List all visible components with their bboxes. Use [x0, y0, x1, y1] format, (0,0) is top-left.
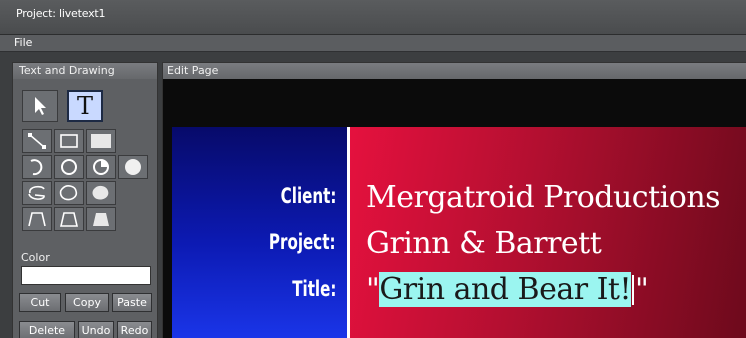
arc-tool-button[interactable]: [22, 155, 52, 179]
title-open-quote: ": [366, 272, 380, 307]
rectangle-filled-tool-button[interactable]: [86, 129, 116, 153]
freeform-outline-tool-button[interactable]: [22, 181, 52, 205]
edit-page-title: Edit Page: [163, 63, 746, 79]
panel-title: Text and Drawing: [13, 63, 157, 79]
text-cursor: [632, 275, 635, 305]
circle-outline-tool-button[interactable]: [54, 155, 84, 179]
title-close-quote: ": [635, 272, 649, 307]
window-title: Project: livetext1: [16, 7, 106, 20]
rectangle-outline-tool-button[interactable]: [54, 129, 84, 153]
cut-button[interactable]: Cut: [19, 293, 61, 312]
blob-filled-icon: [92, 185, 109, 200]
circle-filled-tool-button[interactable]: [118, 155, 148, 179]
trapezoid-curve-tool-button[interactable]: [22, 207, 52, 231]
menu-bar: File: [0, 35, 746, 52]
color-label: Color: [21, 251, 50, 264]
text-tool-button[interactable]: T: [67, 90, 103, 122]
redo-button[interactable]: Redo: [117, 321, 152, 338]
trapezoid-outline-tool-button[interactable]: [54, 207, 84, 231]
client-value[interactable]: Mergatroid Productions: [366, 180, 721, 215]
copy-button[interactable]: Copy: [65, 293, 109, 312]
text-and-drawing-panel: Text and Drawing T Color Cut Copy Paste …: [12, 62, 158, 338]
color-field[interactable]: [21, 266, 151, 285]
trapezoid-filled-icon: [93, 213, 109, 226]
pointer-icon: [35, 97, 46, 115]
line-icon: [28, 133, 46, 149]
client-label: Client:: [280, 184, 336, 208]
blob-outline-icon: [59, 185, 78, 201]
slide-canvas[interactable]: Client: Project: Title: Mergatroid Produ…: [172, 127, 746, 338]
pie-icon: [93, 159, 109, 175]
rectangle-outline-icon: [60, 134, 78, 148]
paste-button[interactable]: Paste: [112, 293, 152, 312]
circle-outline-icon: [61, 159, 77, 175]
trapezoid-outline-icon: [59, 212, 79, 227]
delete-button[interactable]: Delete: [19, 321, 75, 338]
blob-filled-tool-button[interactable]: [86, 181, 116, 205]
rectangle-filled-icon: [91, 134, 111, 148]
blob-outline-tool-button[interactable]: [54, 181, 84, 205]
freeform-outline-icon: [28, 185, 45, 200]
title-value-selection[interactable]: Grin and Bear It!: [379, 272, 632, 307]
menu-file[interactable]: File: [14, 36, 32, 49]
project-label: Project:: [269, 230, 336, 254]
trapezoid-filled-tool-button[interactable]: [86, 207, 116, 231]
trapezoid-curve-icon: [28, 212, 46, 227]
project-value[interactable]: Grinn & Barrett: [366, 226, 602, 261]
pie-tool-button[interactable]: [86, 155, 116, 179]
title-value-line[interactable]: "Grin and Bear It! ": [366, 272, 649, 307]
circle-filled-icon: [125, 159, 141, 175]
text-icon: T: [76, 92, 93, 120]
arc-icon: [30, 159, 43, 176]
line-tool-button[interactable]: [22, 129, 52, 153]
undo-button[interactable]: Undo: [78, 321, 114, 338]
title-bar: Project: livetext1: [0, 0, 746, 35]
app-window: Project: livetext1 File Text and Drawing…: [0, 0, 746, 338]
pointer-tool-button[interactable]: [22, 90, 58, 122]
title-label: Title:: [291, 277, 336, 301]
